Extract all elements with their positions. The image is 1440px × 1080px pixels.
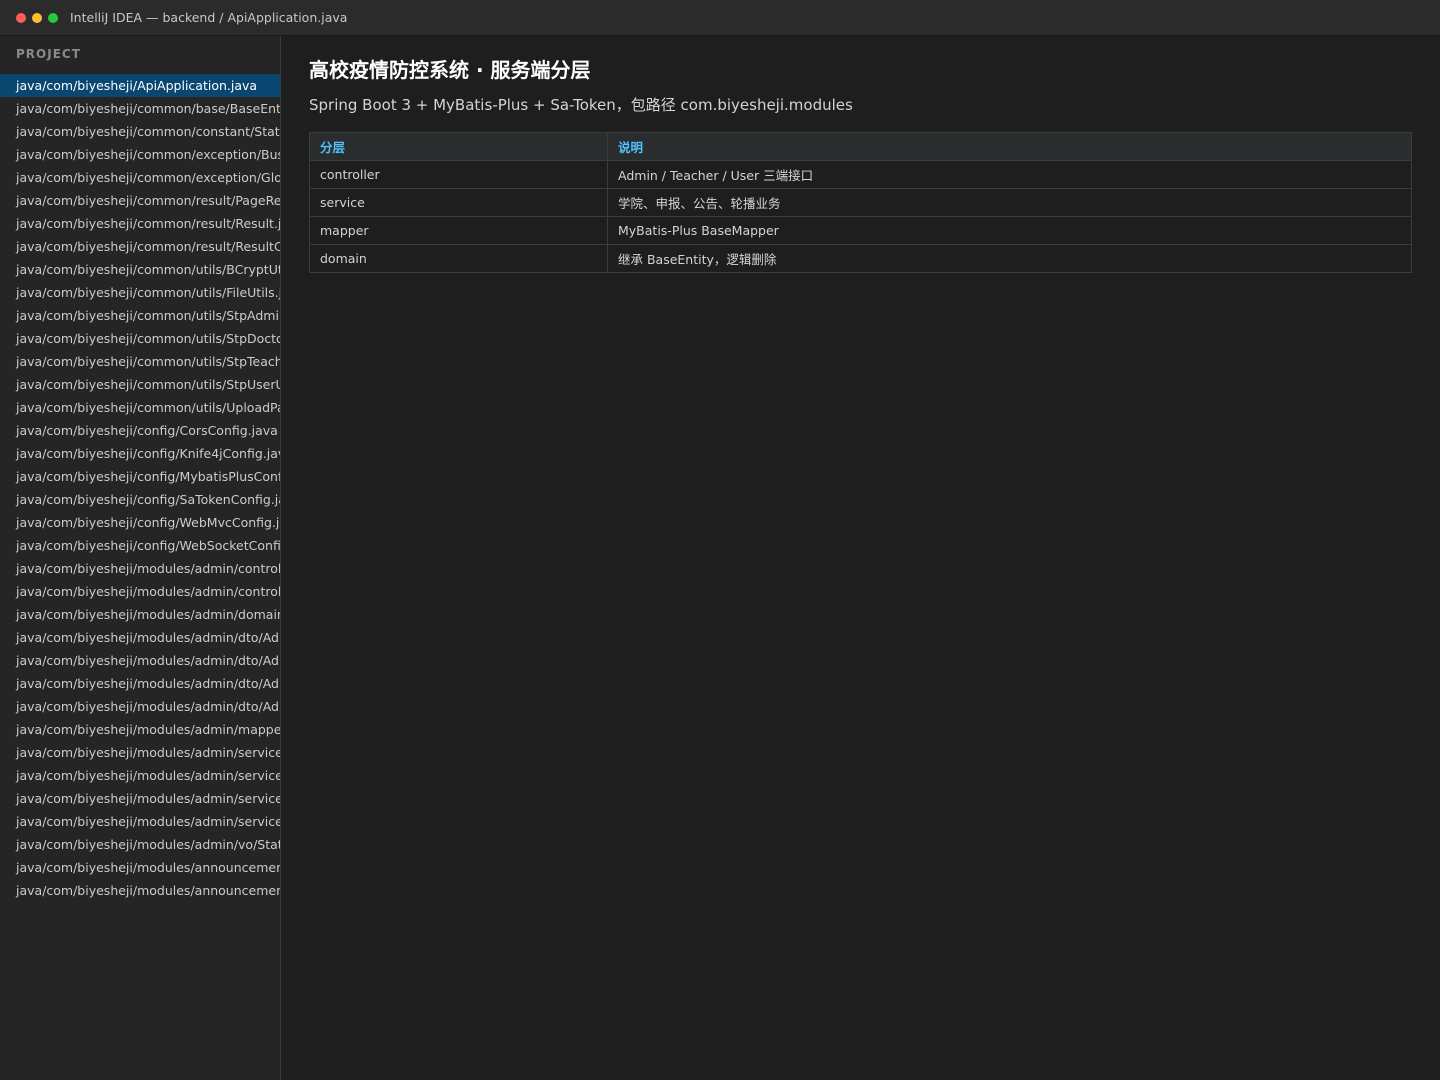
table-row: controller Admin / Teacher / User 三端接口 (309, 160, 1412, 189)
file-tree-item[interactable]: java/com/biyesheji/modules/admin/dto/Adm (0, 626, 280, 649)
window-controls (16, 12, 58, 23)
close-window-button[interactable] (16, 12, 26, 23)
table-cell-description: Admin / Teacher / User 三端接口 (607, 160, 1412, 189)
file-tree-item[interactable]: java/com/biyesheji/common/result/PageRes… (0, 189, 280, 212)
file-tree-item[interactable]: java/com/biyesheji/config/SaTokenConfig.… (0, 488, 280, 511)
file-tree-item[interactable]: java/com/biyesheji/common/utils/FileUtil… (0, 281, 280, 304)
file-tree-item[interactable]: java/com/biyesheji/modules/admin/dto/Adm (0, 672, 280, 695)
layer-table: 分层 说明 controller Admin / Teacher / User … (309, 132, 1412, 273)
file-tree-item[interactable]: java/com/biyesheji/common/utils/StpAdmin… (0, 304, 280, 327)
file-tree-item[interactable]: java/com/biyesheji/modules/admin/control… (0, 557, 280, 580)
file-tree-item[interactable]: java/com/biyesheji/config/WebSocketConfi… (0, 534, 280, 557)
file-tree-item[interactable]: java/com/biyesheji/common/base/BaseEntit… (0, 97, 280, 120)
project-sidebar: PROJECT java/com/biyesheji/ApiApplicatio… (0, 36, 281, 1080)
file-tree-item[interactable]: java/com/biyesheji/modules/admin/service… (0, 764, 280, 787)
page-subtitle: Spring Boot 3 + MyBatis-Plus + Sa-Token，… (309, 96, 853, 114)
table-cell-description: 学院、申报、公告、轮播业务 (607, 188, 1412, 217)
file-tree-item[interactable]: java/com/biyesheji/modules/admin/service… (0, 741, 280, 764)
column-header-description: 说明 (607, 132, 1412, 161)
file-tree-item[interactable]: java/com/biyesheji/modules/admin/vo/Stat… (0, 833, 280, 856)
file-tree-item[interactable]: java/com/biyesheji/common/utils/UploadPa… (0, 396, 280, 419)
file-tree-item[interactable]: java/com/biyesheji/common/exception/Glob… (0, 166, 280, 189)
file-tree-item[interactable]: java/com/biyesheji/modules/admin/mapper/ (0, 718, 280, 741)
table-cell-layer: service (309, 188, 608, 217)
file-tree-item[interactable]: java/com/biyesheji/config/Knife4jConfig.… (0, 442, 280, 465)
editor-panel: 高校疫情防控系统 · 服务端分层 Spring Boot 3 + MyBatis… (282, 36, 1440, 1080)
sidebar-header: PROJECT (16, 47, 81, 61)
file-tree-item[interactable]: java/com/biyesheji/common/result/ResultC… (0, 235, 280, 258)
file-tree-item[interactable]: java/com/biyesheji/modules/admin/control… (0, 580, 280, 603)
file-tree-item[interactable]: java/com/biyesheji/modules/admin/dto/Adm (0, 695, 280, 718)
column-header-layer: 分层 (309, 132, 608, 161)
table-cell-description: MyBatis-Plus BaseMapper (607, 216, 1412, 245)
file-tree-item[interactable]: java/com/biyesheji/modules/admin/service… (0, 810, 280, 833)
table-row: domain 继承 BaseEntity，逻辑删除 (309, 244, 1412, 273)
table-cell-layer: controller (309, 160, 608, 189)
page-title: 高校疫情防控系统 · 服务端分层 (309, 58, 591, 82)
file-tree-item[interactable]: java/com/biyesheji/common/utils/StpTeach… (0, 350, 280, 373)
file-tree-item[interactable]: java/com/biyesheji/common/utils/StpDocto… (0, 327, 280, 350)
table-row: mapper MyBatis-Plus BaseMapper (309, 216, 1412, 245)
file-tree-item[interactable]: java/com/biyesheji/common/constant/Statu… (0, 120, 280, 143)
file-tree-item[interactable]: java/com/biyesheji/config/CorsConfig.jav… (0, 419, 280, 442)
table-cell-layer: domain (309, 244, 608, 273)
file-tree-item[interactable]: java/com/biyesheji/common/utils/StpUserU… (0, 373, 280, 396)
project-file-list: java/com/biyesheji/ApiApplication.java ja… (0, 74, 280, 902)
file-tree-item[interactable]: java/com/biyesheji/config/WebMvcConfig.j… (0, 511, 280, 534)
table-row: service 学院、申报、公告、轮播业务 (309, 188, 1412, 217)
maximize-window-button[interactable] (48, 12, 58, 23)
file-tree-item[interactable]: java/com/biyesheji/modules/admin/dto/Adm (0, 649, 280, 672)
file-tree-item[interactable]: java/com/biyesheji/ApiApplication.java (0, 74, 280, 97)
table-header-row: 分层 说明 (309, 132, 1412, 161)
window-title: IntelliJ IDEA — backend / ApiApplication… (70, 10, 348, 25)
file-tree-item[interactable]: java/com/biyesheji/config/MybatisPlusCon… (0, 465, 280, 488)
file-tree-item[interactable]: java/com/biyesheji/common/result/Result.… (0, 212, 280, 235)
file-tree-item[interactable]: java/com/biyesheji/common/exception/Busi… (0, 143, 280, 166)
table-cell-description: 继承 BaseEntity，逻辑删除 (607, 244, 1412, 273)
file-tree-item[interactable]: java/com/biyesheji/common/utils/BCryptUt… (0, 258, 280, 281)
title-bar: IntelliJ IDEA — backend / ApiApplication… (0, 0, 1440, 36)
minimize-window-button[interactable] (32, 12, 42, 23)
file-tree-item[interactable]: java/com/biyesheji/modules/announcement/ (0, 879, 280, 902)
table-cell-layer: mapper (309, 216, 608, 245)
file-tree-item[interactable]: java/com/biyesheji/modules/admin/domain/ (0, 603, 280, 626)
file-tree-item[interactable]: java/com/biyesheji/modules/announcement/ (0, 856, 280, 879)
file-tree-item[interactable]: java/com/biyesheji/modules/admin/service… (0, 787, 280, 810)
